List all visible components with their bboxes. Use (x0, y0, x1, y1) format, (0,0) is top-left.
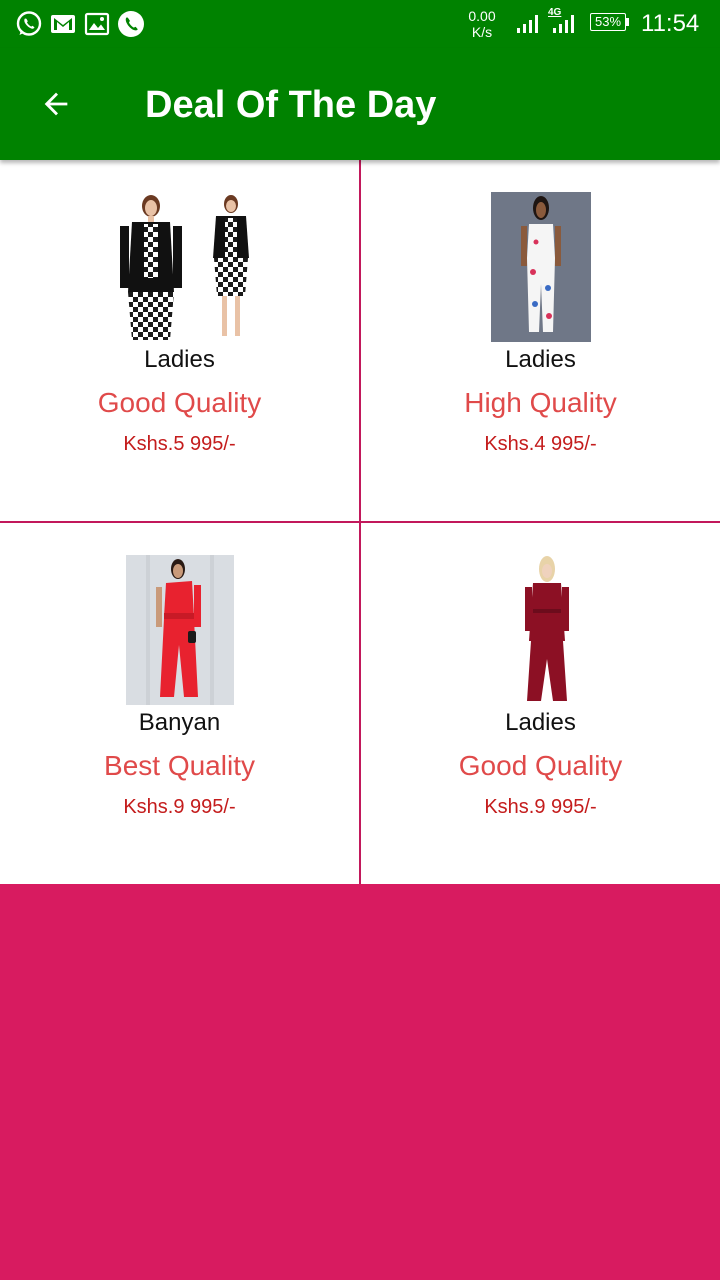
page-background (0, 884, 720, 1280)
grid-divider-horizontal (0, 521, 720, 523)
product-image (108, 192, 260, 342)
page-title: Deal Of The Day (145, 84, 437, 126)
arrow-left-icon (44, 92, 68, 116)
product-card[interactable]: Ladies Good Quality Kshs.5 995/- (0, 160, 359, 521)
product-price: Kshs.5 995/- (123, 433, 236, 455)
back-button[interactable] (24, 72, 88, 136)
battery-level: 53% (590, 13, 626, 31)
product-quality: Best Quality (104, 750, 255, 781)
battery-icon: 53% (590, 13, 632, 33)
product-card[interactable]: Ladies Good Quality Kshs.9 995/- (361, 523, 720, 884)
cellular-signal-icon (553, 15, 574, 33)
clock: 11:54 (641, 10, 700, 37)
product-brand: Ladies (505, 346, 576, 373)
network-speed: 0.00 K/s (460, 8, 504, 40)
product-brand: Ladies (505, 709, 576, 736)
battery-tip (626, 18, 629, 26)
gallery-icon (84, 12, 110, 36)
gmail-icon (51, 15, 75, 33)
product-price: Kshs.9 995/- (484, 796, 597, 818)
product-card[interactable]: Ladies High Quality Kshs.4 995/- (361, 160, 720, 521)
product-quality: Good Quality (458, 750, 623, 781)
product-quality: High Quality (464, 387, 617, 418)
product-grid: Ladies Good Quality Kshs.5 995/- Ladies … (0, 160, 720, 884)
product-card[interactable]: Banyan Best Quality Kshs.9 995/- (0, 523, 359, 884)
product-image (491, 192, 591, 342)
product-brand: Banyan (138, 709, 221, 736)
product-price: Kshs.4 995/- (484, 433, 597, 455)
product-brand: Ladies (144, 346, 215, 373)
product-quality: Good Quality (97, 387, 262, 418)
whatsapp-icon (16, 11, 42, 36)
phone-call-icon (118, 11, 144, 37)
network-speed-value: 0.00 (468, 8, 496, 24)
product-image (126, 555, 234, 705)
product-image (499, 555, 591, 705)
wifi-signal-icon (517, 15, 538, 33)
product-price: Kshs.9 995/- (123, 796, 236, 818)
app-toolbar: Deal Of The Day (0, 48, 720, 160)
status-bar: 0.00 K/s 4G 53% 11:54 (0, 0, 720, 48)
network-speed-unit: K/s (471, 24, 493, 40)
